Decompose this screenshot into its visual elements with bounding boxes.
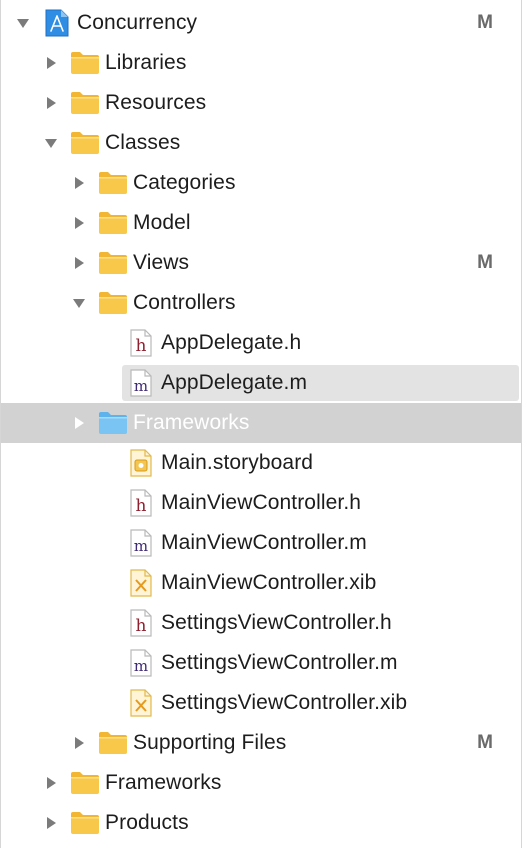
tree-row[interactable]: m MainViewController.m [1, 523, 521, 563]
tree-row[interactable]: Classes [1, 123, 521, 163]
folder-icon [70, 131, 100, 155]
tree-row-label: Frameworks [133, 411, 250, 434]
header-file-icon: h [128, 329, 154, 357]
svg-text:m: m [134, 377, 148, 395]
svg-text:h: h [136, 336, 147, 356]
folder-icon [70, 91, 100, 115]
tree-row[interactable]: Products [1, 803, 521, 843]
tree-row-label: Categories [133, 171, 236, 194]
tree-row-label: MainViewController.m [161, 531, 367, 554]
disclosure-collapsed-icon[interactable] [72, 216, 86, 230]
tree-row-label: Model [133, 211, 191, 234]
folder-icon [70, 811, 100, 835]
tree-row-label: MainViewController.xib [161, 571, 377, 594]
tree-row-label: Main.storyboard [161, 451, 314, 474]
tree-row[interactable]: h SettingsViewController.h [1, 603, 521, 643]
svg-text:h: h [136, 616, 147, 636]
header-file-icon: h [128, 489, 154, 517]
disclosure-collapsed-icon[interactable] [72, 256, 86, 270]
svg-text:m: m [134, 657, 148, 675]
storyboard-file-icon [128, 449, 154, 477]
svg-text:h: h [136, 496, 147, 516]
tree-row[interactable]: Libraries [1, 43, 521, 83]
tree-row-label: SettingsViewController.m [161, 651, 398, 674]
tree-row[interactable]: Controllers [1, 283, 521, 323]
tree-row[interactable]: Frameworks [1, 763, 521, 803]
folder-icon [98, 291, 128, 315]
disclosure-collapsed-icon[interactable] [72, 736, 86, 750]
tree-row[interactable]: m AppDelegate.m [1, 363, 521, 403]
tree-row-label: Classes [105, 131, 181, 154]
implementation-file-icon: m [128, 529, 154, 557]
tree-row-label: Views [133, 251, 190, 274]
tree-row-label: Supporting Files [133, 731, 287, 754]
folder-icon [70, 771, 100, 795]
disclosure-collapsed-icon[interactable] [44, 56, 58, 70]
tree-row-label: AppDelegate.m [161, 371, 308, 394]
svg-text:m: m [134, 537, 148, 555]
implementation-file-icon: m [128, 649, 154, 677]
xcode-project-icon [44, 9, 70, 37]
tree-row-label: Controllers [133, 291, 236, 314]
tree-row-label: SettingsViewController.xib [161, 691, 408, 714]
tree-row[interactable]: m SettingsViewController.m [1, 643, 521, 683]
tree-row[interactable]: h MainViewController.h [1, 483, 521, 523]
tree-row-label: Concurrency [77, 11, 198, 34]
tree-row-label: MainViewController.h [161, 491, 362, 514]
tree-row[interactable]: h AppDelegate.h [1, 323, 521, 363]
disclosure-collapsed-icon[interactable] [44, 96, 58, 110]
tree-row-label: SettingsViewController.h [161, 611, 392, 634]
disclosure-expanded-icon[interactable] [72, 296, 86, 310]
folder-icon [98, 211, 128, 235]
header-file-icon: h [128, 609, 154, 637]
tree-row-label: AppDelegate.h [161, 331, 302, 354]
tree-row[interactable]: SettingsViewController.xib [1, 683, 521, 723]
scm-status-badge: M [477, 252, 493, 273]
disclosure-collapsed-icon[interactable] [72, 416, 86, 430]
tree-row[interactable]: Resources [1, 83, 521, 123]
disclosure-collapsed-icon[interactable] [44, 776, 58, 790]
disclosure-expanded-icon[interactable] [16, 16, 30, 30]
folder-icon [70, 51, 100, 75]
tree-row[interactable]: Model [1, 203, 521, 243]
folder-icon [98, 731, 128, 755]
xib-file-icon [128, 689, 154, 717]
scm-status-badge: M [477, 12, 493, 33]
disclosure-expanded-icon[interactable] [44, 136, 58, 150]
tree-row-label: Libraries [105, 51, 187, 74]
disclosure-collapsed-icon[interactable] [72, 176, 86, 190]
implementation-file-icon: m [128, 369, 154, 397]
tree-row[interactable]: MainViewController.xib [1, 563, 521, 603]
folder-icon [98, 411, 128, 435]
folder-icon [98, 251, 128, 275]
tree-row-label: Products [105, 811, 189, 834]
xib-file-icon [128, 569, 154, 597]
tree-row[interactable]: Frameworks [1, 403, 521, 443]
tree-row[interactable]: Supporting Files M [1, 723, 521, 763]
tree-row[interactable]: Concurrency M [1, 3, 521, 43]
project-navigator: Concurrency M Libraries Resources Classes Cat… [0, 0, 522, 848]
tree-row[interactable]: Views M [1, 243, 521, 283]
folder-icon [98, 171, 128, 195]
tree-row-label: Frameworks [105, 771, 222, 794]
disclosure-collapsed-icon[interactable] [44, 816, 58, 830]
tree-row[interactable]: Main.storyboard [1, 443, 521, 483]
tree-row-label: Resources [105, 91, 207, 114]
tree-row[interactable]: Categories [1, 163, 521, 203]
scm-status-badge: M [477, 732, 493, 753]
